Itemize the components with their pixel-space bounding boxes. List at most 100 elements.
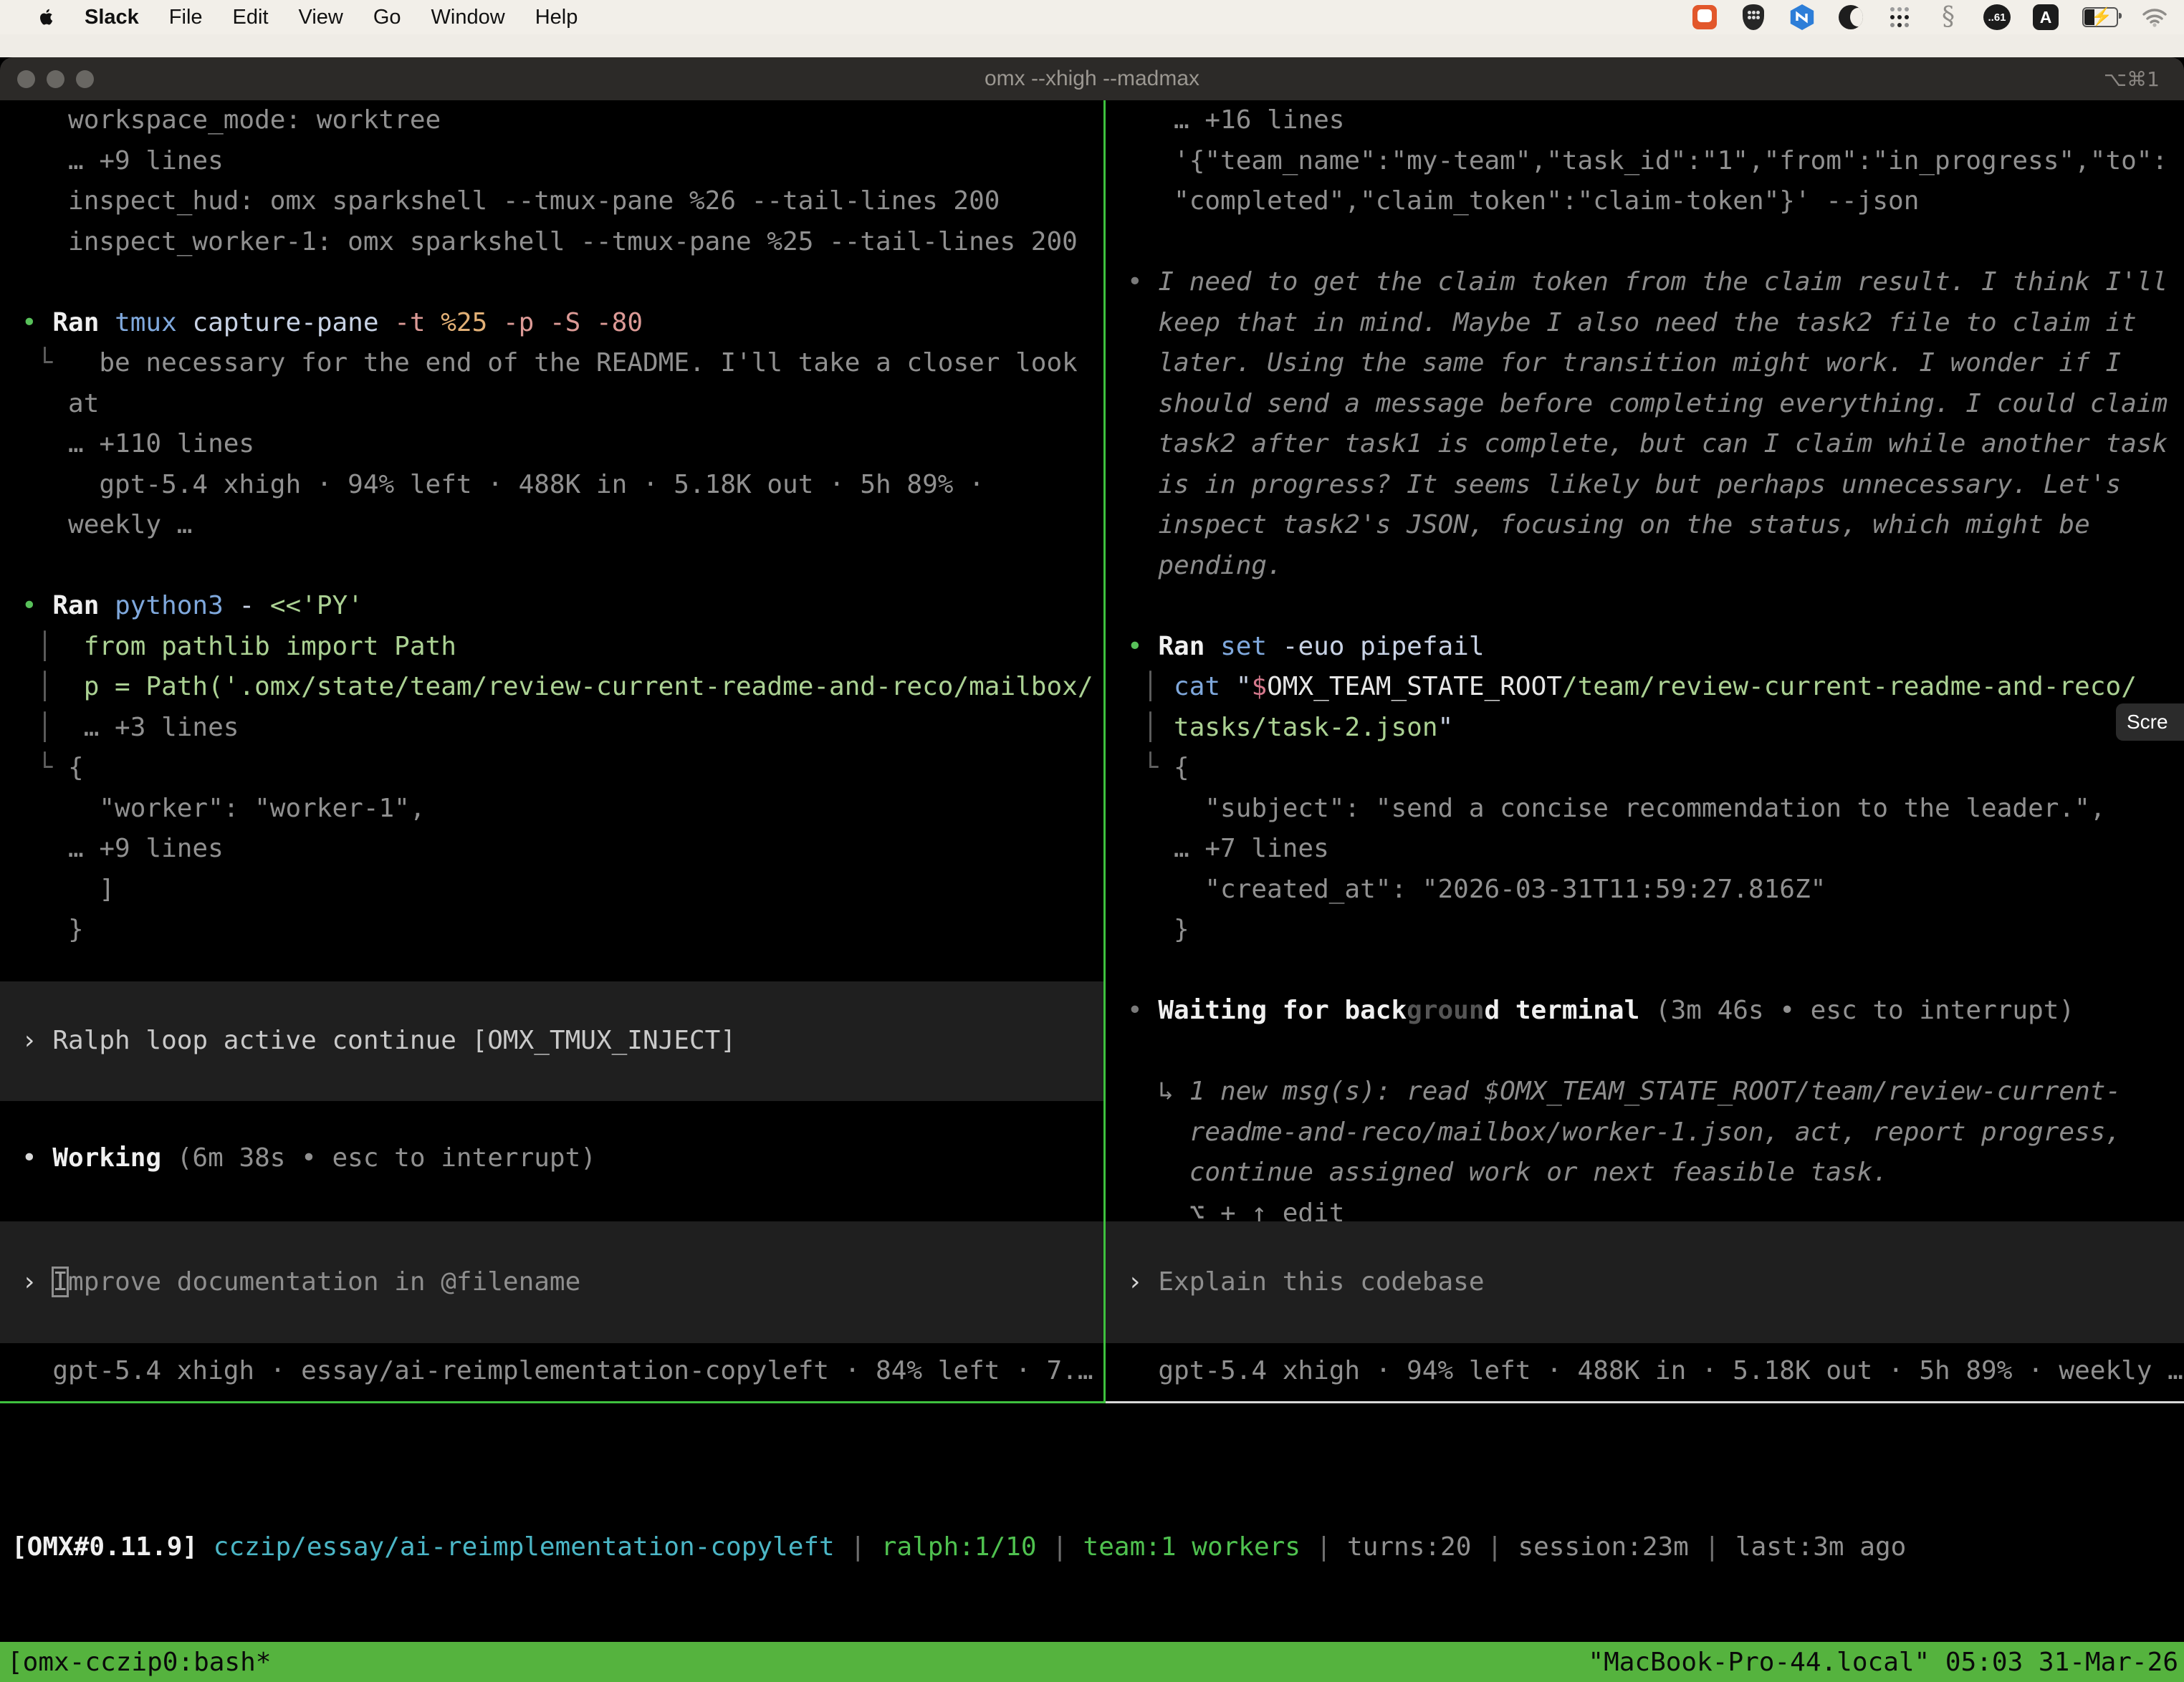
terminal-line: … +110 lines [21, 424, 1103, 465]
battery-icon[interactable]: ⚡ [2082, 7, 2118, 27]
text-segment: inspect task2's JSON, focusing on the st… [1127, 510, 2090, 539]
window-title: omx --xhigh --madmax [0, 67, 2184, 91]
menu-bar-status-area: § ..61 A ⚡ [1691, 4, 2184, 31]
text-segment: -S [550, 308, 596, 337]
text-segment: "created_at": "2026-03-31T11:59:27.816Z" [1127, 875, 1826, 904]
tmux-session-window[interactable]: [omx-cczip0:bash* [7, 1648, 271, 1677]
menu-view[interactable]: View [299, 6, 343, 29]
text-segment: last:3m ago [1735, 1532, 1906, 1562]
apple-menu-icon[interactable] [37, 6, 56, 28]
text-segment: $ [1251, 672, 1267, 701]
terminal-line [1127, 222, 2184, 263]
text-segment: I need to get the claim token from the c… [1158, 267, 2168, 297]
dots-grid-icon[interactable] [1887, 4, 1912, 30]
text-segment: … +9 lines [21, 146, 224, 176]
a-badge-icon[interactable]: A [2033, 4, 2059, 30]
text-segment: d terminal [1485, 996, 1655, 1025]
text-segment: cat [1174, 672, 1236, 701]
omx-hud-statusline: [OMX#0.11.9] cczip/essay/ai-reimplementa… [11, 1527, 2184, 1568]
text-segment [198, 1532, 214, 1562]
text-segment: └ [21, 348, 52, 378]
text-segment: • [1127, 267, 1158, 297]
menu-go[interactable]: Go [373, 6, 401, 29]
macos-menu-bar: Slack File Edit View Go Window Help § ..… [0, 0, 2184, 34]
text-segment: │ [1127, 672, 1158, 701]
count-badge-icon[interactable]: ..61 [1983, 4, 2011, 30]
text-segment: -euo pipefail [1283, 632, 1485, 661]
shield-grid-icon[interactable] [1743, 4, 1764, 30]
left-prompt-input[interactable]: › Improve documentation in @filename [0, 1221, 1103, 1343]
terminal-line: } [1127, 910, 2184, 951]
text-segment: from pathlib import Path [52, 632, 456, 661]
terminal-line: └ { [21, 748, 1103, 789]
wifi-icon[interactable] [2141, 4, 2168, 31]
text-segment: … +110 lines [21, 429, 254, 458]
text-segment: task2 after task1 is complete, but can I… [1127, 429, 2168, 458]
left-model-statusline: gpt-5.4 xhigh · essay/ai-reimplementatio… [0, 1351, 1103, 1392]
blue-hex-icon[interactable] [1789, 4, 1815, 30]
text-cursor: I [52, 1267, 68, 1297]
text-segment: ralph:1/10 [881, 1532, 1037, 1562]
text-segment: tasks/task-2.json [1174, 713, 1437, 742]
text-segment [1158, 672, 1174, 701]
menu-app-name[interactable]: Slack [85, 6, 139, 29]
terminal-line: │ tasks/task-2.json" [1127, 708, 2184, 749]
text-segment: | [1037, 1532, 1083, 1562]
terminal-line [1127, 586, 2184, 627]
terminal-line: gpt-5.4 xhigh · 94% left · 488K in · 5.1… [1127, 1351, 2184, 1392]
terminal-line: inspect_worker-1: omx sparkshell --tmux-… [21, 222, 1103, 263]
right-model-statusline: gpt-5.4 xhigh · 94% left · 488K in · 5.1… [1106, 1351, 2184, 1392]
terminal-line: continue assigned work or next feasible … [1127, 1153, 2184, 1193]
menu-window[interactable]: Window [431, 6, 505, 29]
terminal-line: … +9 lines [21, 141, 1103, 182]
text-segment: • [21, 591, 52, 620]
terminal-line: • Ran tmux capture-pane -t %25 -p -S -80 [21, 303, 1103, 344]
text-segment: python3 [115, 591, 239, 620]
menu-help[interactable]: Help [535, 6, 578, 29]
text-segment: › [21, 1026, 52, 1055]
terminal-line: later. Using the same for transition mig… [1127, 343, 2184, 384]
text-segment: └ [1127, 753, 1158, 782]
screen-overlay-button[interactable]: Scre [2116, 703, 2184, 741]
text-segment: } [1127, 915, 1189, 944]
s-curve-icon[interactable]: § [1942, 4, 1955, 30]
text-segment: │ [1127, 713, 1158, 742]
pie-chart-icon[interactable] [1839, 5, 1863, 29]
terminal-line: [OMX#0.11.9] cczip/essay/ai-reimplementa… [11, 1527, 2184, 1568]
text-segment: set [1220, 632, 1283, 661]
text-segment: <<'PY' [270, 591, 363, 620]
terminal-line [1127, 951, 2184, 991]
terminal-line [1127, 1032, 2184, 1072]
terminal-line: … +9 lines [21, 829, 1103, 870]
terminal-line: "worker": "worker-1", [21, 789, 1103, 830]
text-segment: │ [21, 672, 52, 701]
terminal-line: weekly … [21, 505, 1103, 546]
pane-divider-vertical[interactable] [1103, 100, 1106, 1403]
chat-app-icon[interactable] [1692, 5, 1717, 29]
text-segment: - [239, 591, 269, 620]
text-segment: should send a message before completing … [1127, 389, 2168, 418]
menu-file[interactable]: File [169, 6, 203, 29]
left-pane-scrollback: workspace_mode: worktree … +9 lines insp… [0, 100, 1103, 951]
terminal-line: • Working (6m 38s • esc to interrupt) [21, 1138, 1103, 1179]
terminal-line: … +7 lines [1127, 829, 2184, 870]
text-segment: groun [1407, 996, 1484, 1025]
text-segment: " [1236, 672, 1252, 701]
text-segment: turns:20 [1347, 1532, 1471, 1562]
right-prompt-input[interactable]: › Explain this codebase [1106, 1221, 2184, 1343]
text-segment: 1 new msg(s): read $OMX_TEAM_STATE_ROOT/… [1189, 1077, 2121, 1106]
text-segment: "worker": "worker-1", [21, 794, 426, 823]
text-segment: keep that in mind. Maybe I also need the… [1127, 308, 2137, 337]
text-segment: … +3 lines [52, 713, 239, 742]
text-segment: pending. [1127, 551, 1283, 580]
text-segment: | [1471, 1532, 1518, 1562]
window-title-bar: omx --xhigh --madmax ⌥⌘1 [0, 57, 2184, 100]
terminal-line [21, 262, 1103, 303]
right-pane: … +16 lines '{"team_name":"my-team","tas… [1106, 100, 2184, 1403]
text-segment: • [21, 1143, 52, 1173]
text-segment: team:1 workers [1083, 1532, 1301, 1562]
menu-edit[interactable]: Edit [233, 6, 269, 29]
terminal-line: … +16 lines [1127, 100, 2184, 141]
tmux-host-clock: "MacBook-Pro-44.local" 05:03 31-Mar-26 [1588, 1648, 2178, 1677]
terminal-line: readme-and-reco/mailbox/worker-1.json, a… [1127, 1112, 2184, 1153]
